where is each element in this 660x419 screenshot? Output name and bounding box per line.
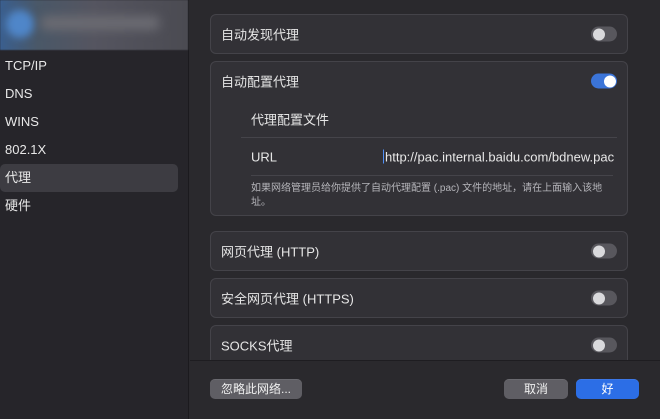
- auto-discovery-label: 自动发现代理: [221, 27, 300, 43]
- auto-config-group: 自动配置代理 代理配置文件 URL http://pac.internal.ba…: [210, 61, 628, 216]
- sidebar-item-wins[interactable]: WINS: [0, 108, 178, 136]
- auto-config-row: 自动配置代理: [211, 62, 627, 100]
- config-file-label: 代理配置文件: [251, 112, 330, 127]
- network-service-header: [0, 0, 188, 50]
- url-label: URL: [251, 149, 278, 164]
- dialog-footer: 忽略此网络... 取消 好: [190, 360, 660, 419]
- ok-button[interactable]: 好: [576, 379, 639, 399]
- auto-discovery-toggle[interactable]: [591, 26, 617, 42]
- https-proxy-row: 安全网页代理 (HTTPS): [211, 279, 627, 317]
- network-service-icon: [6, 10, 34, 38]
- toggle-knob: [592, 245, 605, 257]
- network-settings-window: TCP/IP DNS WINS 802.1X 代理 硬件 自动发现代理 自动配置…: [0, 0, 660, 419]
- http-proxy-row: 网页代理 (HTTP): [211, 232, 627, 270]
- network-service-name-blurred: [40, 16, 160, 30]
- toggle-knob: [592, 292, 605, 304]
- http-proxy-toggle[interactable]: [591, 243, 617, 259]
- sidebar: TCP/IP DNS WINS 802.1X 代理 硬件: [0, 0, 189, 419]
- url-value: http://pac.internal.baidu.com/bdnew.pac: [385, 149, 615, 164]
- https-proxy-toggle[interactable]: [591, 290, 617, 306]
- config-file-row: 代理配置文件: [241, 100, 617, 137]
- sidebar-nav: TCP/IP DNS WINS 802.1X 代理 硬件: [0, 52, 188, 220]
- auto-config-label: 自动配置代理: [221, 74, 300, 90]
- auto-config-help-text: 如果网络管理员给你提供了自动代理配置 (.pac) 文件的地址，请在上面输入该地…: [251, 175, 613, 215]
- cancel-button[interactable]: 取消: [504, 379, 568, 399]
- ignore-network-button[interactable]: 忽略此网络...: [210, 379, 302, 399]
- text-caret: [383, 149, 384, 163]
- auto-discovery-group: 自动发现代理: [210, 14, 628, 54]
- socks-proxy-toggle[interactable]: [591, 337, 617, 353]
- http-proxy-group: 网页代理 (HTTP): [210, 231, 628, 271]
- url-field[interactable]: http://pac.internal.baidu.com/bdnew.pac: [383, 149, 614, 164]
- socks-proxy-label: SOCKS代理: [221, 338, 293, 354]
- proxy-settings-panel: 自动发现代理 自动配置代理 代理配置文件 URL http://pac.inte…: [190, 0, 660, 360]
- https-proxy-group: 安全网页代理 (HTTPS): [210, 278, 628, 318]
- toggle-knob: [592, 28, 605, 40]
- sidebar-item-8021x[interactable]: 802.1X: [0, 136, 178, 164]
- url-row: URL http://pac.internal.baidu.com/bdnew.…: [241, 137, 617, 175]
- sidebar-item-hardware[interactable]: 硬件: [0, 192, 178, 220]
- socks-proxy-group: SOCKS代理: [210, 325, 628, 360]
- sidebar-item-dns[interactable]: DNS: [0, 80, 178, 108]
- sidebar-item-tcpip[interactable]: TCP/IP: [0, 52, 178, 80]
- toggle-knob: [603, 75, 616, 87]
- sidebar-item-proxy[interactable]: 代理: [0, 164, 178, 192]
- https-proxy-label: 安全网页代理 (HTTPS): [221, 291, 354, 307]
- auto-config-toggle[interactable]: [591, 73, 617, 89]
- socks-proxy-row: SOCKS代理: [211, 326, 627, 360]
- toggle-knob: [592, 339, 605, 351]
- auto-discovery-row: 自动发现代理: [211, 15, 627, 53]
- http-proxy-label: 网页代理 (HTTP): [221, 244, 320, 260]
